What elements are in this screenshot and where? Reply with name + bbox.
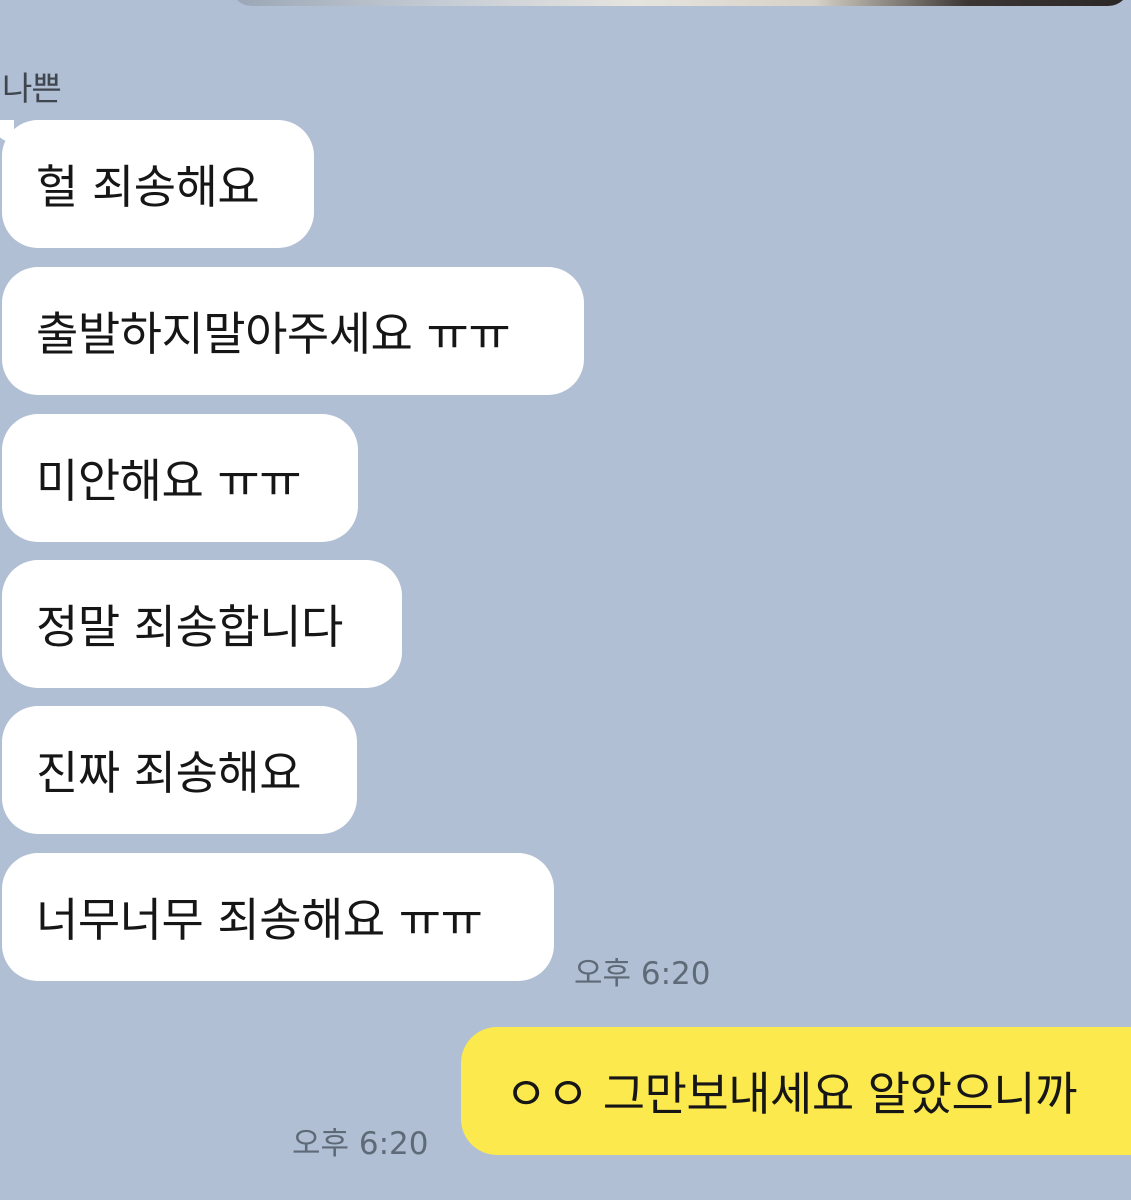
shared-photo-preview[interactable] [230, 0, 1130, 6]
message-text: 미안해요 ㅠㅠ [36, 454, 302, 508]
incoming-message[interactable]: 헐 죄송해요 [2, 120, 314, 248]
message-text: 헐 죄송해요 [36, 160, 260, 214]
outgoing-timestamp: 오후 6:20 [292, 1126, 429, 1162]
message-text: 출발하지말아주세요 ㅠㅠ [36, 307, 511, 361]
incoming-message[interactable]: 진짜 죄송해요 [2, 706, 357, 834]
message-text: 정말 죄송합니다 [36, 600, 343, 654]
incoming-message[interactable]: 너무너무 죄송해요 ㅠㅠ [2, 853, 554, 981]
outgoing-message[interactable]: ㅇㅇ 그만보내세요 알았으니까 [461, 1027, 1131, 1155]
message-text: 진짜 죄송해요 [36, 746, 302, 800]
message-text: 너무너무 죄송해요 ㅠㅠ [36, 893, 483, 947]
message-text: ㅇㅇ 그만보내세요 알았으니까 [505, 1067, 1077, 1121]
incoming-message[interactable]: 미안해요 ㅠㅠ [2, 414, 358, 542]
incoming-message[interactable]: 출발하지말아주세요 ㅠㅠ [2, 267, 584, 395]
incoming-message[interactable]: 정말 죄송합니다 [2, 560, 402, 688]
sender-name[interactable]: 나쁜 [2, 62, 62, 110]
incoming-timestamp: 오후 6:20 [574, 956, 711, 992]
